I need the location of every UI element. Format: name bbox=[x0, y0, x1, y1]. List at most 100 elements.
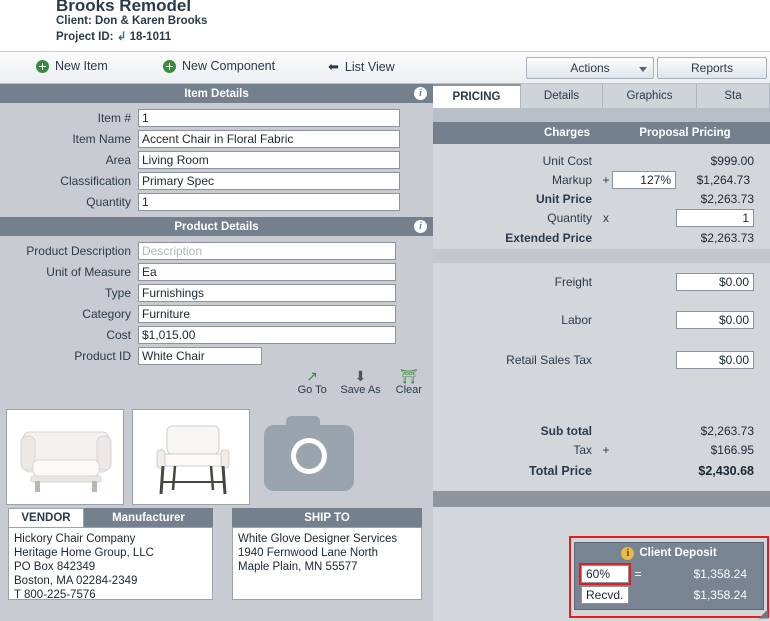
product-images bbox=[0, 405, 433, 505]
field-label: Category bbox=[82, 306, 131, 321]
new-item-label: New Item bbox=[55, 59, 108, 73]
new-component-button[interactable]: New Component bbox=[163, 59, 275, 73]
right-column: PRICING Details Graphics Sta Charges Pro… bbox=[433, 84, 770, 621]
row-label: Sub total bbox=[540, 424, 592, 438]
labor-input[interactable]: $0.00 bbox=[676, 311, 754, 329]
deposit-received-label[interactable]: Recvd. bbox=[581, 586, 629, 604]
field-row: Cost $1,015.00 bbox=[0, 324, 433, 345]
address-line: Heritage Home Group, LLC bbox=[14, 547, 154, 559]
field-row: Product Description Description bbox=[0, 240, 433, 261]
field-label: Quantity bbox=[86, 194, 131, 209]
row-label: Quantity bbox=[547, 210, 592, 225]
info-icon[interactable]: i bbox=[414, 220, 427, 233]
product-photo-upholstered-chair[interactable] bbox=[6, 409, 124, 505]
item-number-input[interactable]: 1 bbox=[138, 108, 400, 127]
item-details-title: Item Details bbox=[184, 87, 249, 100]
field-row: Unit of Measure Ea bbox=[0, 261, 433, 282]
category-input[interactable]: Furniture bbox=[138, 304, 396, 323]
freight-input[interactable]: $0.00 bbox=[676, 272, 754, 291]
tab-vendor[interactable]: VENDOR bbox=[8, 508, 84, 527]
field-row: Type Furnishings bbox=[0, 282, 433, 303]
pricing-row-markup: Markup + 127% $1,264.73 bbox=[433, 170, 770, 189]
tab-manufacturer[interactable]: Manufacturer bbox=[84, 508, 213, 527]
tax-value: $166.95 bbox=[710, 442, 754, 457]
pricing-row-unit-cost: Unit Cost $999.00 bbox=[433, 151, 770, 170]
quantity-input[interactable]: 1 bbox=[138, 192, 400, 211]
item-name-input[interactable]: Accent Chair in Floral Fabric bbox=[138, 129, 400, 148]
product-photo-wood-frame-chair[interactable] bbox=[132, 409, 250, 505]
pricing-row-subtotal: Sub total $2,263.73 bbox=[433, 422, 770, 440]
total-price-value: $2,430.68 bbox=[698, 464, 754, 478]
toolbar: New Item New Component ⬅ List View Actio… bbox=[0, 52, 770, 84]
camera-placeholder-icon[interactable] bbox=[258, 409, 358, 505]
item-details-form: Item # 1 Item Name Accent Chair in Flora… bbox=[0, 103, 433, 217]
unit-of-measure-input[interactable]: Ea bbox=[138, 262, 396, 281]
type-input[interactable]: Furnishings bbox=[138, 283, 396, 302]
address-line: Maple Plain, MN 55577 bbox=[238, 561, 358, 573]
info-icon[interactable]: i bbox=[414, 87, 427, 100]
deposit-received-row: Recvd. $1,358.24 bbox=[575, 585, 763, 605]
quantity-pricing-input[interactable]: 1 bbox=[676, 208, 754, 227]
go-to-arrow-icon: ↗ bbox=[306, 368, 319, 384]
product-details-title: Product Details bbox=[174, 220, 259, 233]
actions-button[interactable]: Actions bbox=[526, 57, 654, 79]
field-row: Classification Primary Spec bbox=[0, 170, 433, 191]
tab-details[interactable]: Details bbox=[521, 84, 603, 108]
shipto-title: SHIP TO bbox=[304, 511, 350, 524]
product-id-input[interactable]: White Chair bbox=[138, 346, 262, 365]
info-icon-amber[interactable]: i bbox=[621, 546, 635, 560]
unit-cost-value: $999.00 bbox=[710, 153, 754, 168]
plus-circle-icon bbox=[163, 59, 176, 73]
spacer bbox=[433, 380, 770, 422]
pricing-row-tax: Tax + $166.95 bbox=[433, 440, 770, 459]
tab-status[interactable]: Sta bbox=[697, 84, 770, 108]
row-label: Labor bbox=[561, 313, 592, 327]
chair-illustration bbox=[156, 425, 230, 495]
field-row: Quantity 1 bbox=[0, 191, 433, 212]
shipto-address[interactable]: White Glove Designer Services 1940 Fernw… bbox=[232, 527, 422, 600]
markup-percent-input[interactable]: 127% bbox=[612, 170, 676, 189]
save-download-icon: ⬇ bbox=[354, 368, 367, 384]
pricing-row-quantity: Quantity x 1 bbox=[433, 208, 770, 227]
tab-pricing[interactable]: PRICING bbox=[433, 84, 521, 108]
resize-corner[interactable]: ◢ bbox=[759, 606, 768, 620]
go-to-button[interactable]: ↗ Go To bbox=[288, 368, 336, 396]
go-to-label: Go To bbox=[297, 384, 327, 396]
list-view-button[interactable]: ⬅ List View bbox=[328, 59, 395, 75]
item-details-header: Item Details i bbox=[0, 84, 433, 103]
left-column: Item Details i Item # 1 Item Name Accent… bbox=[0, 84, 433, 621]
retail-sales-tax-input[interactable]: $0.00 bbox=[676, 351, 754, 369]
pricing-row-extended-price: Extended Price $2,263.73 bbox=[433, 227, 770, 249]
save-as-button[interactable]: ⬇ Save As bbox=[336, 368, 384, 396]
field-label: Item # bbox=[97, 110, 131, 125]
plus-circle-icon bbox=[36, 59, 49, 73]
chair-illustration bbox=[20, 431, 112, 492]
subtotal-value: $2,263.73 bbox=[700, 424, 754, 438]
field-label: Area bbox=[105, 152, 131, 167]
app-window: Brooks Remodel Client: Don & Karen Brook… bbox=[0, 0, 770, 621]
dark-band bbox=[433, 491, 770, 507]
row-label: Unit Price bbox=[535, 191, 592, 206]
markup-value: $1,264.73 bbox=[696, 172, 750, 187]
deposit-percent-input[interactable]: 60% bbox=[579, 563, 631, 585]
camera-body bbox=[264, 416, 354, 491]
client-deposit-title: Client Deposit bbox=[639, 547, 717, 559]
row-operator: + bbox=[602, 442, 610, 457]
address-line: PO Box 842349 bbox=[14, 561, 96, 573]
clear-button[interactable]: ⛩ Clear bbox=[385, 368, 433, 396]
vendor-shipto-section: VENDOR Manufacturer Hickory Chair Compan… bbox=[0, 508, 433, 621]
classification-input[interactable]: Primary Spec bbox=[138, 171, 400, 190]
reports-label: Reports bbox=[690, 61, 734, 75]
cost-input[interactable]: $1,015.00 bbox=[138, 325, 396, 344]
reports-button[interactable]: Reports bbox=[657, 57, 767, 79]
area-input[interactable]: Living Room bbox=[138, 150, 400, 169]
vendor-address[interactable]: Hickory Chair Company Heritage Home Grou… bbox=[8, 527, 213, 600]
product-description-input[interactable]: Description bbox=[138, 241, 396, 260]
actions-label: Actions bbox=[570, 61, 610, 75]
product-id-actions: ↗ Go To ⬇ Save As ⛩ Clear bbox=[0, 366, 433, 400]
tab-graphics[interactable]: Graphics bbox=[603, 84, 697, 108]
curved-arrow-left-icon[interactable]: ↲ bbox=[117, 31, 127, 43]
row-label: Retail Sales Tax bbox=[506, 353, 592, 367]
row-label: Unit Cost bbox=[542, 153, 592, 168]
new-item-button[interactable]: New Item bbox=[36, 59, 108, 73]
